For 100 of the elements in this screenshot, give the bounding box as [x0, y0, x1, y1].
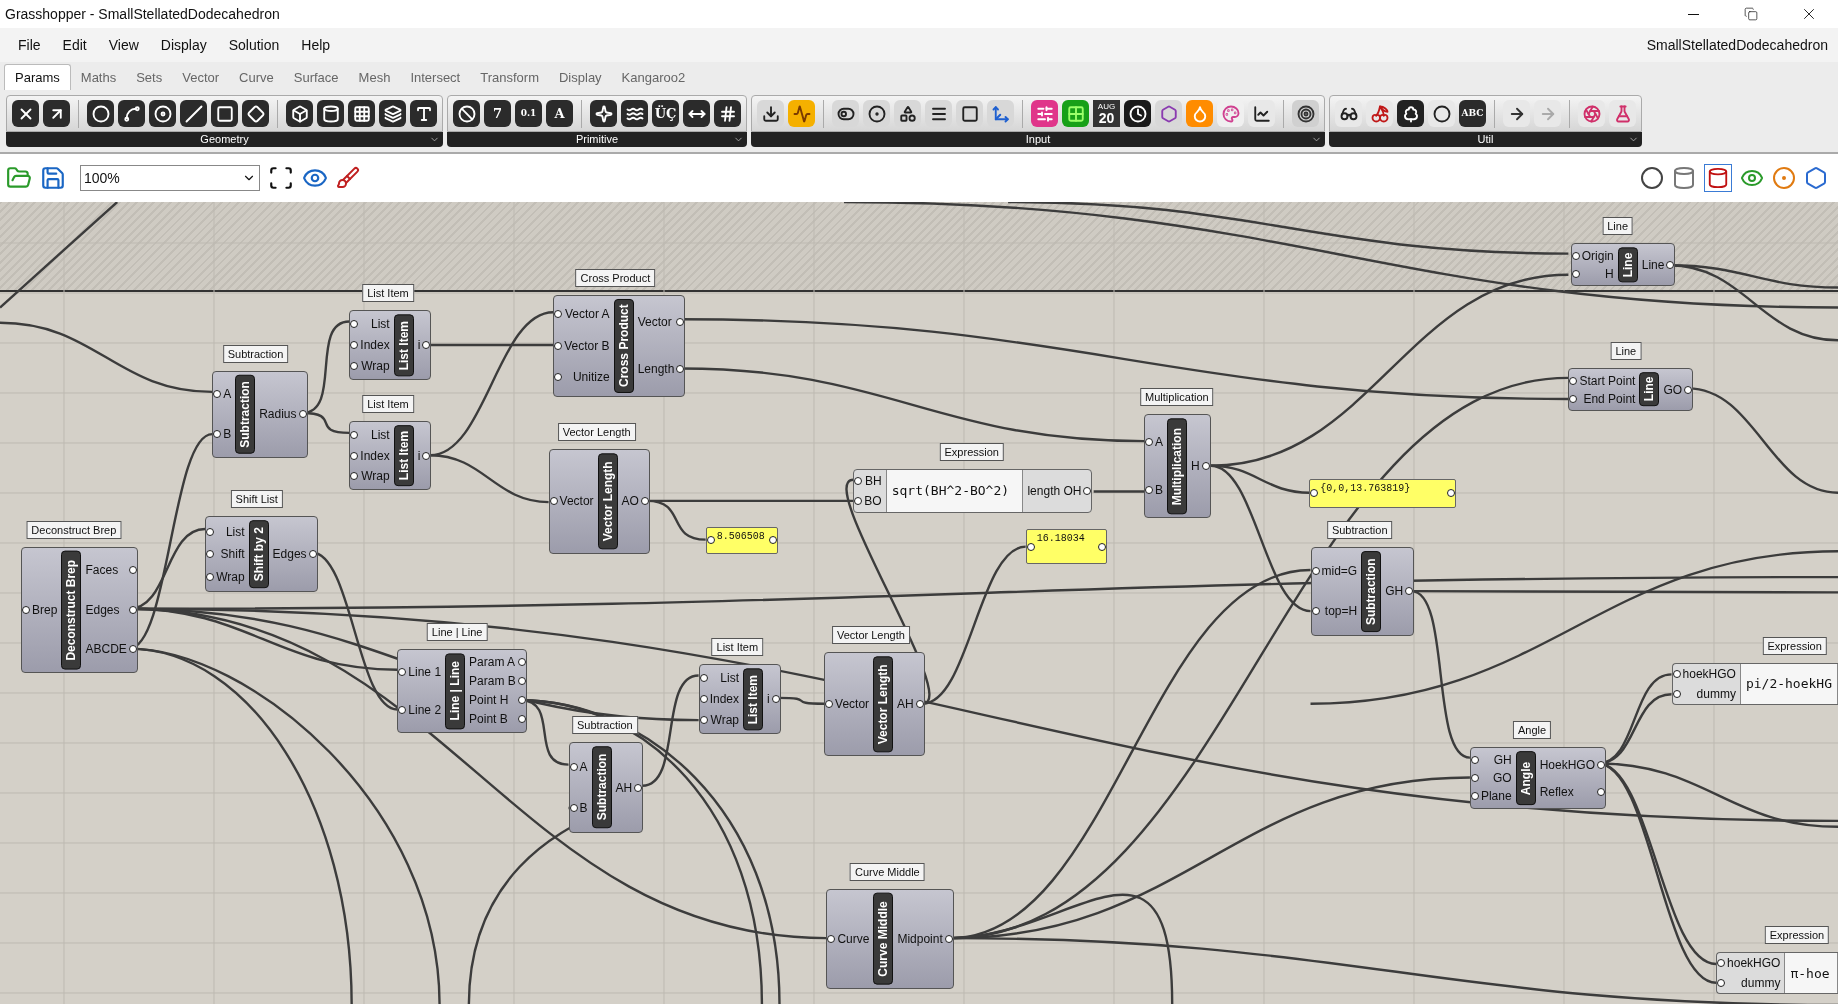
ribbon-tab[interactable]: Intersect [400, 66, 471, 90]
output-port[interactable] [1446, 489, 1455, 498]
menu-item[interactable]: Display [150, 34, 217, 56]
save-icon[interactable] [40, 165, 66, 191]
graph-icon[interactable] [1248, 100, 1275, 127]
ribbon-tab[interactable]: Surface [283, 66, 349, 90]
output-port[interactable] [1097, 542, 1106, 551]
input-port[interactable] [1311, 607, 1320, 616]
output-port[interactable] [634, 783, 643, 792]
output-port[interactable] [1597, 760, 1605, 769]
output-port[interactable] [771, 695, 780, 703]
panel[interactable]: {0,0,13.763819} [1309, 478, 1456, 508]
input-port[interactable] [554, 372, 563, 381]
input-port[interactable] [1672, 669, 1681, 678]
text-tag-icon[interactable] [410, 100, 437, 127]
input-port[interactable] [206, 572, 215, 581]
input-port[interactable] [22, 605, 31, 614]
output-port[interactable] [1201, 462, 1210, 471]
ribbon-tab[interactable]: Display [549, 66, 612, 90]
ribbon-tab[interactable]: Maths [70, 66, 127, 90]
input-port[interactable] [1571, 270, 1580, 278]
input-port[interactable] [825, 700, 834, 709]
clock-icon[interactable] [1124, 100, 1151, 127]
output-port[interactable] [517, 715, 526, 724]
output-port[interactable] [676, 318, 685, 327]
input-port[interactable] [1310, 489, 1319, 498]
axes-icon[interactable] [987, 100, 1014, 127]
ribbon-tab[interactable]: Kangaroo2 [611, 66, 696, 90]
menu-item[interactable]: Solution [218, 34, 290, 56]
panel[interactable]: 16.18034 [1025, 529, 1107, 565]
cube-icon[interactable] [286, 100, 313, 127]
output-port[interactable] [128, 645, 137, 654]
output-port[interactable] [308, 550, 317, 559]
input-port[interactable] [1717, 959, 1726, 968]
glyph-icon[interactable]: ABC [1459, 100, 1486, 127]
download-icon[interactable] [757, 100, 784, 127]
ribbon-group-bar[interactable]: Primitive [447, 132, 747, 147]
sparkle-icon[interactable] [590, 100, 617, 127]
shaded-cylinder-icon[interactable] [1704, 164, 1732, 192]
input-port[interactable] [350, 451, 359, 460]
ribbon-tab[interactable]: Mesh [348, 66, 401, 90]
cherry-icon[interactable] [1366, 100, 1393, 127]
wave-icon[interactable] [788, 100, 815, 127]
input-port[interactable] [854, 476, 863, 485]
menu-item[interactable]: File [8, 34, 51, 56]
square-icon[interactable] [956, 100, 983, 127]
input-port[interactable] [554, 341, 563, 350]
cylinder-outline-icon[interactable] [1672, 166, 1696, 190]
component-node[interactable]: Vector Vector Length AH [824, 652, 925, 757]
ribbon-tab[interactable]: Params [4, 64, 71, 90]
input-port[interactable] [827, 934, 836, 943]
surface-icon[interactable] [379, 100, 406, 127]
output-port[interactable] [1666, 260, 1675, 269]
input-port[interactable] [706, 536, 715, 545]
flask-icon[interactable] [1609, 100, 1636, 127]
component-node[interactable]: Curve Curve Middle Midpoint [826, 888, 954, 989]
glyph-icon[interactable]: 0.1 [515, 100, 542, 127]
polygon-icon[interactable] [1804, 166, 1828, 190]
panel[interactable]: 8.506508 [705, 526, 779, 554]
glyph-icon[interactable]: A [546, 100, 573, 127]
list-icon[interactable] [925, 100, 952, 127]
ring-icon[interactable] [1428, 100, 1455, 127]
zoom-extents-icon[interactable] [268, 165, 294, 191]
input-port[interactable] [1571, 252, 1580, 260]
menu-item[interactable]: Edit [52, 34, 97, 56]
toggle-icon[interactable] [832, 100, 859, 127]
mesh-icon[interactable] [348, 100, 375, 127]
output-port[interactable] [128, 566, 137, 575]
output-port[interactable] [676, 365, 685, 374]
sphere-icon[interactable] [1640, 166, 1664, 190]
input-port[interactable] [1311, 566, 1320, 575]
output-port[interactable] [517, 658, 526, 667]
input-port[interactable] [1672, 689, 1681, 698]
output-port[interactable] [944, 934, 953, 943]
input-port[interactable] [554, 310, 563, 319]
output-port[interactable] [1597, 787, 1605, 796]
output-port[interactable] [298, 410, 307, 419]
input-port[interactable] [213, 390, 222, 399]
folder-icon[interactable] [6, 165, 32, 191]
input-port[interactable] [1145, 486, 1154, 495]
brush-icon[interactable] [336, 166, 360, 190]
dial-icon[interactable] [863, 100, 890, 127]
input-port[interactable] [350, 361, 359, 370]
arc-icon[interactable] [118, 100, 145, 127]
slider-icon[interactable] [1031, 100, 1058, 127]
output-port[interactable] [1083, 486, 1092, 495]
glyph-icon[interactable]: 7 [484, 100, 511, 127]
cylinder-icon[interactable] [317, 100, 344, 127]
input-port[interactable] [569, 762, 578, 771]
glyph-icon[interactable]: ÜÇ [652, 100, 679, 127]
input-port[interactable] [350, 320, 359, 329]
input-port[interactable] [699, 674, 708, 683]
output-port[interactable] [769, 536, 778, 545]
input-port[interactable] [350, 341, 359, 349]
menu-item[interactable]: Help [291, 34, 341, 56]
tree-icon[interactable] [1397, 100, 1424, 127]
input-port[interactable] [699, 715, 708, 724]
output-port[interactable] [422, 341, 431, 349]
output-port[interactable] [128, 605, 137, 614]
output-port[interactable] [517, 677, 526, 686]
